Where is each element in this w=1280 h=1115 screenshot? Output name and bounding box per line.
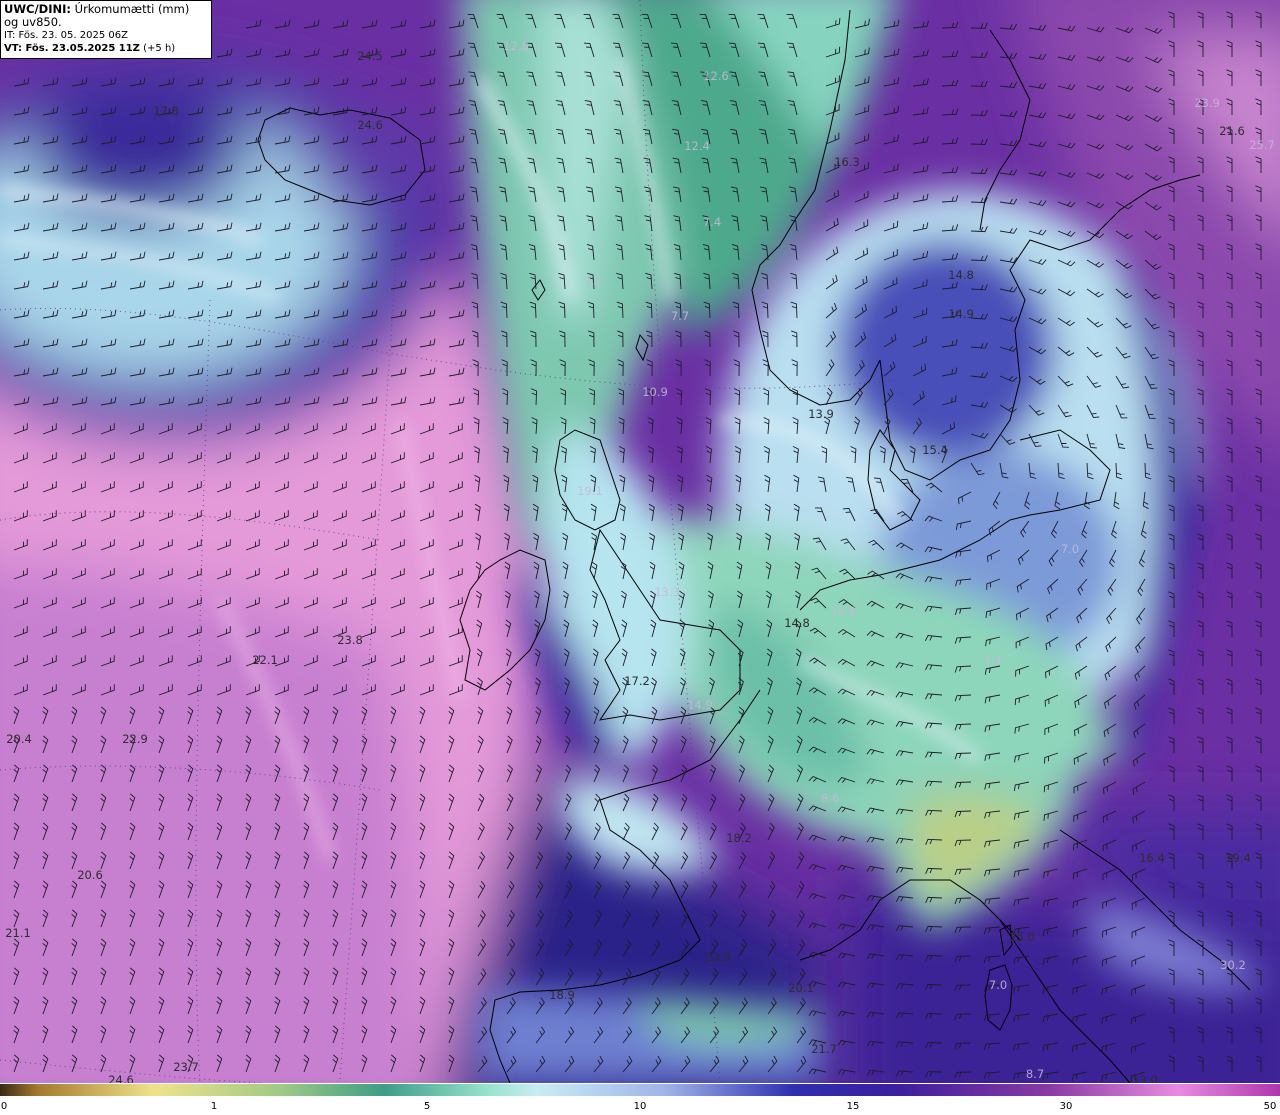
value-label: 25.7 xyxy=(1249,138,1275,152)
value-label: 14.8 xyxy=(830,604,856,618)
value-label: 21.1 xyxy=(5,926,31,940)
value-label: 23.9 xyxy=(705,950,731,964)
value-label: 19.4 xyxy=(1225,851,1251,865)
value-label: 10.9 xyxy=(642,385,668,399)
value-label: 8.7 xyxy=(1026,1067,1044,1081)
value-label: 15.4 xyxy=(922,443,948,457)
value-label: 12.6 xyxy=(703,69,729,83)
precipitation-map: 24.5 17.8 24.6 16.3 14.8 14.9 13.9 15.4 14.8 23.8… xyxy=(0,0,1280,1083)
forecast-hour: (+5 h) xyxy=(143,43,176,54)
value-label: 21.7 xyxy=(811,1042,837,1056)
colorbar-tick: 15 xyxy=(846,1101,860,1112)
value-label: 24.5 xyxy=(357,49,383,63)
value-label: 14.8 xyxy=(784,616,810,630)
value-label: 19.1 xyxy=(577,484,603,498)
value-label: 23.8 xyxy=(337,633,363,647)
value-label: 17.8 xyxy=(153,104,179,118)
value-label: 23.9 xyxy=(1194,96,1220,110)
colorbar-tick: 30 xyxy=(1059,1101,1073,1112)
colorbar-tick: 10 xyxy=(633,1101,647,1112)
value-label: 13.3 xyxy=(654,585,680,599)
value-label: 20.4 xyxy=(6,732,32,746)
value-label: 16.3 xyxy=(834,155,860,169)
value-label: 7.7 xyxy=(671,309,689,323)
colorbar-tick: 1 xyxy=(210,1101,218,1112)
value-label: 20.6 xyxy=(77,868,103,882)
value-label: 18.9 xyxy=(549,988,575,1002)
value-label: 7.2 xyxy=(584,274,602,288)
value-label: 23.7 xyxy=(173,1060,199,1074)
value-label: 18.2 xyxy=(726,831,752,845)
value-label: 25.0 xyxy=(1009,930,1035,944)
value-label: 22.9 xyxy=(122,732,148,746)
colorbar: 0 1 5 10 15 30 50 xyxy=(0,1083,1280,1115)
value-label: 7.0 xyxy=(989,978,1007,992)
value-label: 17.2 xyxy=(624,674,650,688)
value-label: 12.8 xyxy=(503,39,529,53)
precip-field xyxy=(0,0,1280,1083)
value-label: 16.4 xyxy=(1139,851,1165,865)
value-label: 12.4 xyxy=(684,139,710,153)
value-label: 22.1 xyxy=(252,653,278,667)
value-label: 21.6 xyxy=(1219,124,1245,138)
valid-time: VT: Fös. 23.05.2025 11Z xyxy=(4,43,140,54)
colorbar-tick: 5 xyxy=(423,1101,431,1112)
value-label: 7.0 xyxy=(1061,542,1079,556)
issue-time: IT: Fös. 23. 05. 2025 06Z xyxy=(4,30,128,41)
value-label: 13.9 xyxy=(808,407,834,421)
value-label: 14.9 xyxy=(948,307,974,321)
value-label: 5.4 xyxy=(984,653,1002,667)
value-label: 7.4 xyxy=(703,215,721,229)
value-label: 24.6 xyxy=(108,1073,134,1083)
colorbar-gradient xyxy=(0,1084,1280,1096)
value-label: 24.6 xyxy=(357,118,383,132)
colorbar-tick: 50 xyxy=(1263,1101,1277,1112)
value-label: 13.0 xyxy=(1132,1073,1158,1083)
value-label: 30.2 xyxy=(1220,958,1246,972)
product-label: UWC/DINI: xyxy=(4,2,71,16)
info-box: UWC/DINI: Úrkomumætti (mm) og uv850. IT:… xyxy=(0,0,212,59)
value-label: 14.8 xyxy=(948,268,974,282)
value-label: 14.9 xyxy=(687,698,713,712)
value-label: 8.6 xyxy=(821,791,839,805)
colorbar-tick: 0 xyxy=(0,1101,8,1112)
value-label: 20.1 xyxy=(788,981,814,995)
